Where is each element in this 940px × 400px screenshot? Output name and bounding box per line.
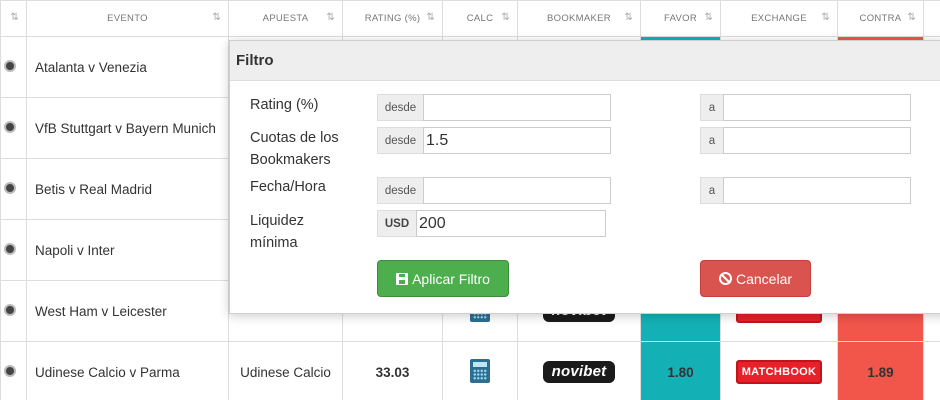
table-header-row: ⇅ EVENTO ⇅ APUESTA ⇅ RATING (%) ⇅ CALC ⇅ BOO… <box>0 0 940 37</box>
cancel-label: Cancelar <box>735 270 793 287</box>
radio-dot-icon[interactable] <box>3 303 16 316</box>
rating-to-addon: a <box>700 94 724 121</box>
modal-title: Filtro <box>236 52 274 69</box>
evento-cell: Atalanta v Venezia <box>26 36 229 98</box>
liquidez-input[interactable] <box>416 210 606 237</box>
sort-icon[interactable]: ⇅ <box>704 12 713 23</box>
exchange-cell[interactable]: MATCHBOOK <box>720 341 838 400</box>
cancel-button[interactable]: Cancelar <box>700 260 811 297</box>
apply-filter-button[interactable]: Aplicar Filtro <box>377 260 509 297</box>
row-select-cell[interactable] <box>0 341 27 400</box>
rating-from-addon: desde <box>377 94 424 121</box>
calculator-icon[interactable] <box>470 358 490 383</box>
cuotas-label-line1: Cuotas de los <box>250 130 339 146</box>
page: ⇅ EVENTO ⇅ APUESTA ⇅ RATING (%) ⇅ CALC ⇅ BOO… <box>0 0 940 400</box>
evento-cell: West Ham v Leicester <box>26 280 229 342</box>
col-favor[interactable]: FAVOR ⇅ <box>640 0 721 37</box>
cuotas-to-input[interactable] <box>723 127 911 154</box>
row-select-cell[interactable] <box>0 158 27 220</box>
cuotas-from-addon: desde <box>377 127 424 154</box>
col-calc[interactable]: CALC ⇅ <box>442 0 518 37</box>
row-select-cell[interactable] <box>0 97 27 159</box>
fecha-from-addon: desde <box>377 177 424 204</box>
evento-cell: VfB Stuttgart v Bayern Munich <box>26 97 229 159</box>
sort-icon[interactable]: ⇅ <box>426 12 435 23</box>
liquidez-label-line2: mínima <box>250 235 298 251</box>
row-select-cell[interactable] <box>0 219 27 281</box>
row-select-cell[interactable] <box>0 280 27 342</box>
sort-icon[interactable]: ⇅ <box>501 12 510 23</box>
radio-dot-icon[interactable] <box>3 120 16 133</box>
col-apuesta[interactable]: APUESTA ⇅ <box>228 0 343 37</box>
table-row[interactable]: Udinese Calcio v Parma Udinese Calcio 33.0… <box>0 341 940 400</box>
contra-cell[interactable]: 1.89 <box>837 341 924 400</box>
sort-icon[interactable]: ⇅ <box>326 12 335 23</box>
apuesta-cell: Udinese Calcio <box>228 341 343 400</box>
radio-dot-icon[interactable] <box>3 59 16 72</box>
cuotas-to-addon: a <box>700 127 724 154</box>
ban-icon <box>718 272 732 285</box>
modal-header: Filtro <box>230 41 940 81</box>
bookmaker-cell[interactable]: novibet <box>517 341 641 400</box>
fecha-to-addon: a <box>700 177 724 204</box>
col-last[interactable]: L <box>923 0 940 37</box>
sort-icon[interactable]: ⇅ <box>624 12 633 23</box>
sort-icon[interactable]: ⇅ <box>10 12 19 23</box>
apply-filter-label: Aplicar Filtro <box>412 270 490 287</box>
col-contra[interactable]: CONTRA ⇅ <box>837 0 924 37</box>
bookmaker-logo[interactable]: novibet <box>542 361 616 383</box>
fecha-to-input[interactable] <box>723 177 911 204</box>
rating-from-input[interactable] <box>423 94 611 121</box>
fecha-from-input[interactable] <box>423 177 611 204</box>
extra-cell: us <box>923 341 940 400</box>
sort-icon[interactable]: ⇅ <box>907 12 916 23</box>
cuotas-label-line2: Bookmakers <box>250 152 331 168</box>
row-select-cell[interactable] <box>0 36 27 98</box>
cuotas-from-input[interactable] <box>423 127 611 154</box>
evento-cell: Napoli v Inter <box>26 219 229 281</box>
rating-cell: 33.03 <box>342 341 443 400</box>
col-exchange[interactable]: EXCHANGE ⇅ <box>720 0 838 37</box>
radio-dot-icon[interactable] <box>3 364 16 377</box>
col-bookmaker[interactable]: BOOKMAKER ⇅ <box>517 0 641 37</box>
favor-cell[interactable]: 1.80 <box>640 341 721 400</box>
rating-to-input[interactable] <box>723 94 911 121</box>
fecha-label: Fecha/Hora <box>250 179 326 195</box>
evento-cell: Udinese Calcio v Parma <box>26 341 229 400</box>
col-evento[interactable]: EVENTO ⇅ <box>26 0 229 37</box>
save-icon <box>396 272 409 285</box>
currency-addon: USD <box>377 210 417 237</box>
rating-label: Rating (%) <box>250 97 319 113</box>
col-rating[interactable]: RATING (%) ⇅ <box>342 0 443 37</box>
exchange-logo[interactable]: MATCHBOOK <box>735 360 823 384</box>
col-select[interactable]: ⇅ <box>0 0 27 37</box>
sort-icon[interactable]: ⇅ <box>821 12 830 23</box>
radio-dot-icon[interactable] <box>3 181 16 194</box>
evento-cell: Betis v Real Madrid <box>26 158 229 220</box>
sort-icon[interactable]: ⇅ <box>212 12 221 23</box>
liquidez-label-line1: Liquidez <box>250 213 305 229</box>
filter-modal: Filtro Rating (%) desde a Cuotas de los … <box>229 40 940 314</box>
radio-dot-icon[interactable] <box>3 242 16 255</box>
calc-cell[interactable] <box>442 341 518 400</box>
